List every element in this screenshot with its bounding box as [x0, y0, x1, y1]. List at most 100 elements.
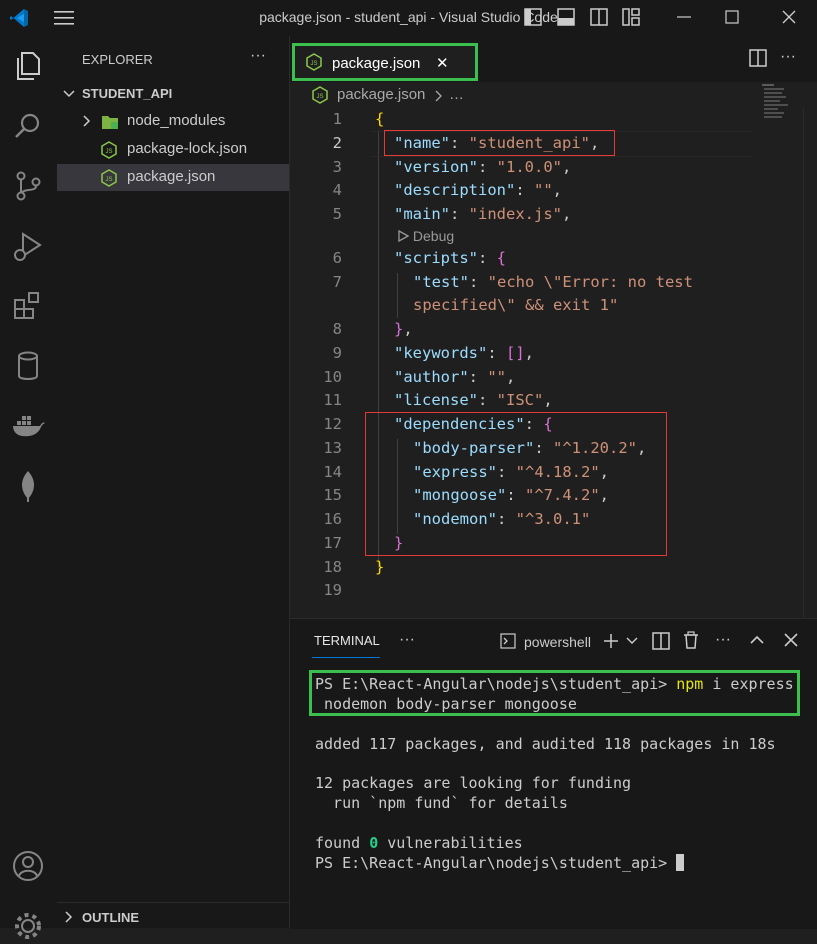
project-name: STUDENT_API — [82, 86, 173, 101]
code-line: } — [375, 558, 385, 576]
json-value: "1.0.0" — [496, 158, 562, 176]
json-key: "keywords" — [394, 344, 488, 362]
minimize-icon[interactable] — [676, 9, 692, 25]
outline-section[interactable]: OUTLINE — [57, 902, 289, 930]
extensions-icon[interactable] — [10, 288, 46, 324]
close-panel-icon[interactable] — [784, 633, 798, 647]
line-number: 11 — [323, 391, 342, 409]
database-icon[interactable] — [10, 348, 46, 384]
tree-item-package-json[interactable]: JS package.json — [57, 164, 289, 191]
chevron-right-icon — [83, 115, 91, 127]
split-terminal-icon[interactable] — [652, 632, 670, 650]
close-window-icon[interactable] — [781, 9, 797, 25]
split-editor-icon[interactable] — [749, 49, 767, 67]
explorer-header: EXPLORER — [82, 52, 153, 67]
code-line: "author": "", — [394, 368, 516, 386]
source-control-icon[interactable] — [10, 168, 46, 204]
maximize-icon[interactable] — [724, 9, 740, 25]
terminal-shell-name[interactable]: powershell — [524, 634, 591, 650]
line-number: 2 — [332, 134, 342, 152]
code-line: "keywords": [], — [394, 344, 535, 362]
json-key: "description" — [394, 181, 516, 199]
explorer-icon[interactable] — [10, 48, 46, 84]
line-number: 3 — [332, 158, 342, 176]
settings-icon[interactable] — [10, 908, 46, 944]
tab-package-json[interactable]: JS package.json ✕ — [292, 43, 478, 81]
mongodb-icon[interactable] — [10, 468, 46, 504]
indent-guide — [397, 273, 398, 318]
codelens-debug[interactable]: Debug — [398, 228, 454, 244]
line-number: 6 — [332, 249, 342, 267]
terminal-line: added 117 packages, and audited 118 pack… — [315, 735, 776, 753]
breadcrumb: JS package.json … — [290, 82, 817, 118]
line-number: 10 — [323, 368, 342, 386]
maximize-panel-icon[interactable] — [750, 634, 764, 646]
json-value: "ISC" — [496, 391, 544, 409]
editor-more-actions[interactable]: ··· — [780, 48, 796, 66]
json-value: "" — [534, 181, 553, 199]
customize-layout-icon[interactable] — [622, 8, 640, 26]
json-key: "version" — [394, 158, 478, 176]
tree-item-label: package-lock.json — [127, 140, 248, 157]
new-terminal-icon[interactable] — [602, 632, 620, 650]
explorer-sidebar: EXPLORER ··· STUDENT_API node_modules JS… — [57, 36, 290, 928]
json-key: "license" — [394, 391, 478, 409]
tab-label: package.json — [332, 55, 421, 72]
tab-close-icon[interactable]: ✕ — [436, 54, 449, 72]
toggle-panel-icon[interactable] — [557, 8, 575, 26]
toggle-primary-sidebar-icon[interactable] — [524, 8, 542, 26]
explorer-more-actions[interactable]: ··· — [250, 47, 266, 65]
breadcrumb-more[interactable]: … — [449, 86, 464, 103]
tree-item-label: package.json — [127, 168, 216, 185]
project-folder[interactable]: STUDENT_API — [57, 80, 289, 107]
bottom-panel: TERMINAL ··· powershell ··· PS E:\React-… — [290, 618, 817, 929]
code-editor[interactable]: 1 2 3 4 5 6 7 8 9 10 11 12 13 14 15 16 1… — [290, 108, 817, 618]
panel-more-actions[interactable]: ··· — [399, 631, 415, 649]
code-line: "version": "1.0.0", — [394, 158, 572, 176]
folder-node-icon — [102, 116, 118, 129]
svg-text:JS: JS — [105, 177, 112, 183]
window-title: package.json - student_api - Visual Stud… — [259, 9, 558, 25]
account-icon[interactable] — [10, 848, 46, 884]
tree-item-package-lock-json[interactable]: JS package-lock.json — [57, 136, 289, 163]
nodejs-file-icon: JS — [101, 169, 117, 187]
toggle-secondary-sidebar-icon[interactable] — [590, 8, 608, 26]
terminal-output[interactable]: PS E:\React-Angular\nodejs\student_api> … — [290, 667, 817, 929]
editor-tab-bar: JS package.json ✕ ··· — [290, 36, 817, 82]
title-bar: package.json - student_api - Visual Stud… — [0, 0, 817, 36]
svg-text:JS: JS — [316, 94, 323, 100]
chevron-down-icon[interactable] — [626, 635, 638, 647]
chevron-right-icon — [65, 911, 73, 923]
tab-terminal[interactable]: TERMINAL — [314, 633, 380, 648]
run-debug-icon[interactable] — [10, 228, 46, 264]
docker-icon[interactable] — [10, 408, 46, 444]
json-value: specified\" && exit 1" — [413, 296, 619, 314]
tree-item-node-modules[interactable]: node_modules — [57, 108, 289, 135]
code-line: "main": "index.js", — [394, 205, 572, 223]
trash-icon[interactable] — [683, 631, 699, 649]
play-icon — [398, 229, 410, 243]
codelens-label: Debug — [412, 228, 455, 244]
outline-label: OUTLINE — [82, 910, 140, 925]
line-number: 17 — [323, 534, 342, 552]
search-icon[interactable] — [10, 108, 46, 144]
code-line: "license": "ISC", — [394, 391, 553, 409]
activity-bar — [0, 36, 57, 939]
json-key: "test" — [413, 273, 469, 291]
command-highlight-box — [309, 670, 800, 716]
terminal-prompt: PS E:\React-Angular\nodejs\student_api> — [315, 854, 668, 872]
code-line: "scripts": { — [394, 249, 507, 267]
code-line: "description": "", — [394, 181, 563, 199]
terminal-line: 12 packages are looking for funding — [315, 774, 632, 792]
panel-overflow-actions[interactable]: ··· — [715, 631, 731, 649]
code-line: specified\" && exit 1" — [413, 296, 618, 314]
line-number: 18 — [323, 558, 342, 576]
line-number: 7 — [332, 273, 342, 291]
json-key: "author" — [394, 368, 469, 386]
editor-scrollbar[interactable] — [803, 108, 817, 618]
line-number: 8 — [332, 320, 342, 338]
vulnerability-count: 0 — [369, 834, 379, 852]
nodejs-file-icon: JS — [306, 53, 322, 71]
tree-item-label: node_modules — [127, 112, 226, 129]
breadcrumb-file[interactable]: package.json — [337, 86, 425, 103]
